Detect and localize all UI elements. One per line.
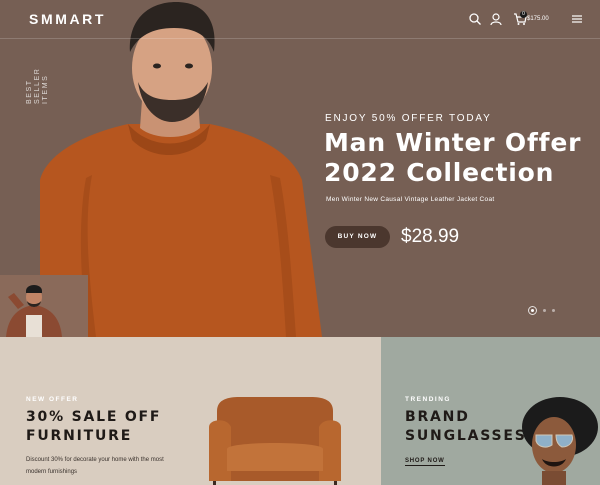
header-divider	[0, 38, 600, 39]
slider-pagination	[528, 306, 555, 315]
thumbnail-model-image[interactable]	[0, 275, 88, 337]
search-icon[interactable]	[468, 12, 482, 26]
slide-dot-2[interactable]	[543, 309, 546, 312]
armchair-image	[209, 397, 341, 485]
hero-description: Men Winter New Causal Vintage Leather Ja…	[326, 196, 495, 203]
hero-title: Man Winter Offer 2022 Collection	[324, 128, 582, 187]
sunglasses-model-image	[522, 397, 598, 485]
cart-total: $175.00	[527, 16, 549, 22]
shop-now-link[interactable]: SHOP NOW	[405, 458, 445, 466]
best-seller-label: BEST SELLER ITEMS	[26, 67, 49, 104]
hero-subtitle: ENJOY 50% OFFER TODAY	[325, 113, 492, 124]
promo-title: BRAND SUNGLASSES	[405, 409, 527, 444]
sunglasses-promo-card[interactable]: TRENDING BRAND SUNGLASSES SHOP NOW	[381, 337, 600, 485]
cart-count-badge: 0	[520, 11, 527, 18]
menu-icon[interactable]	[570, 12, 584, 26]
slide-dot-3[interactable]	[552, 309, 555, 312]
hero-banner: SMMART 0 $175.00 BEST SELLER ITEMS ENJOY…	[0, 0, 600, 337]
promo-description: Discount 30% for decorate your home with…	[26, 457, 164, 475]
buy-now-button[interactable]: BUY NOW	[325, 226, 390, 248]
furniture-promo-card[interactable]: NEW OFFER 30% SALE OFF FURNITURE Discoun…	[0, 337, 381, 485]
user-icon[interactable]	[489, 12, 503, 26]
promo-tag: NEW OFFER	[26, 396, 79, 403]
slide-dot-1[interactable]	[528, 306, 537, 315]
site-logo[interactable]: SMMART	[29, 11, 106, 27]
promo-tag: TRENDING	[405, 396, 451, 403]
hero-price: $28.99	[401, 226, 460, 247]
thumbnail-illustration	[0, 275, 88, 337]
promo-title: 30% SALE OFF FURNITURE	[26, 409, 162, 444]
